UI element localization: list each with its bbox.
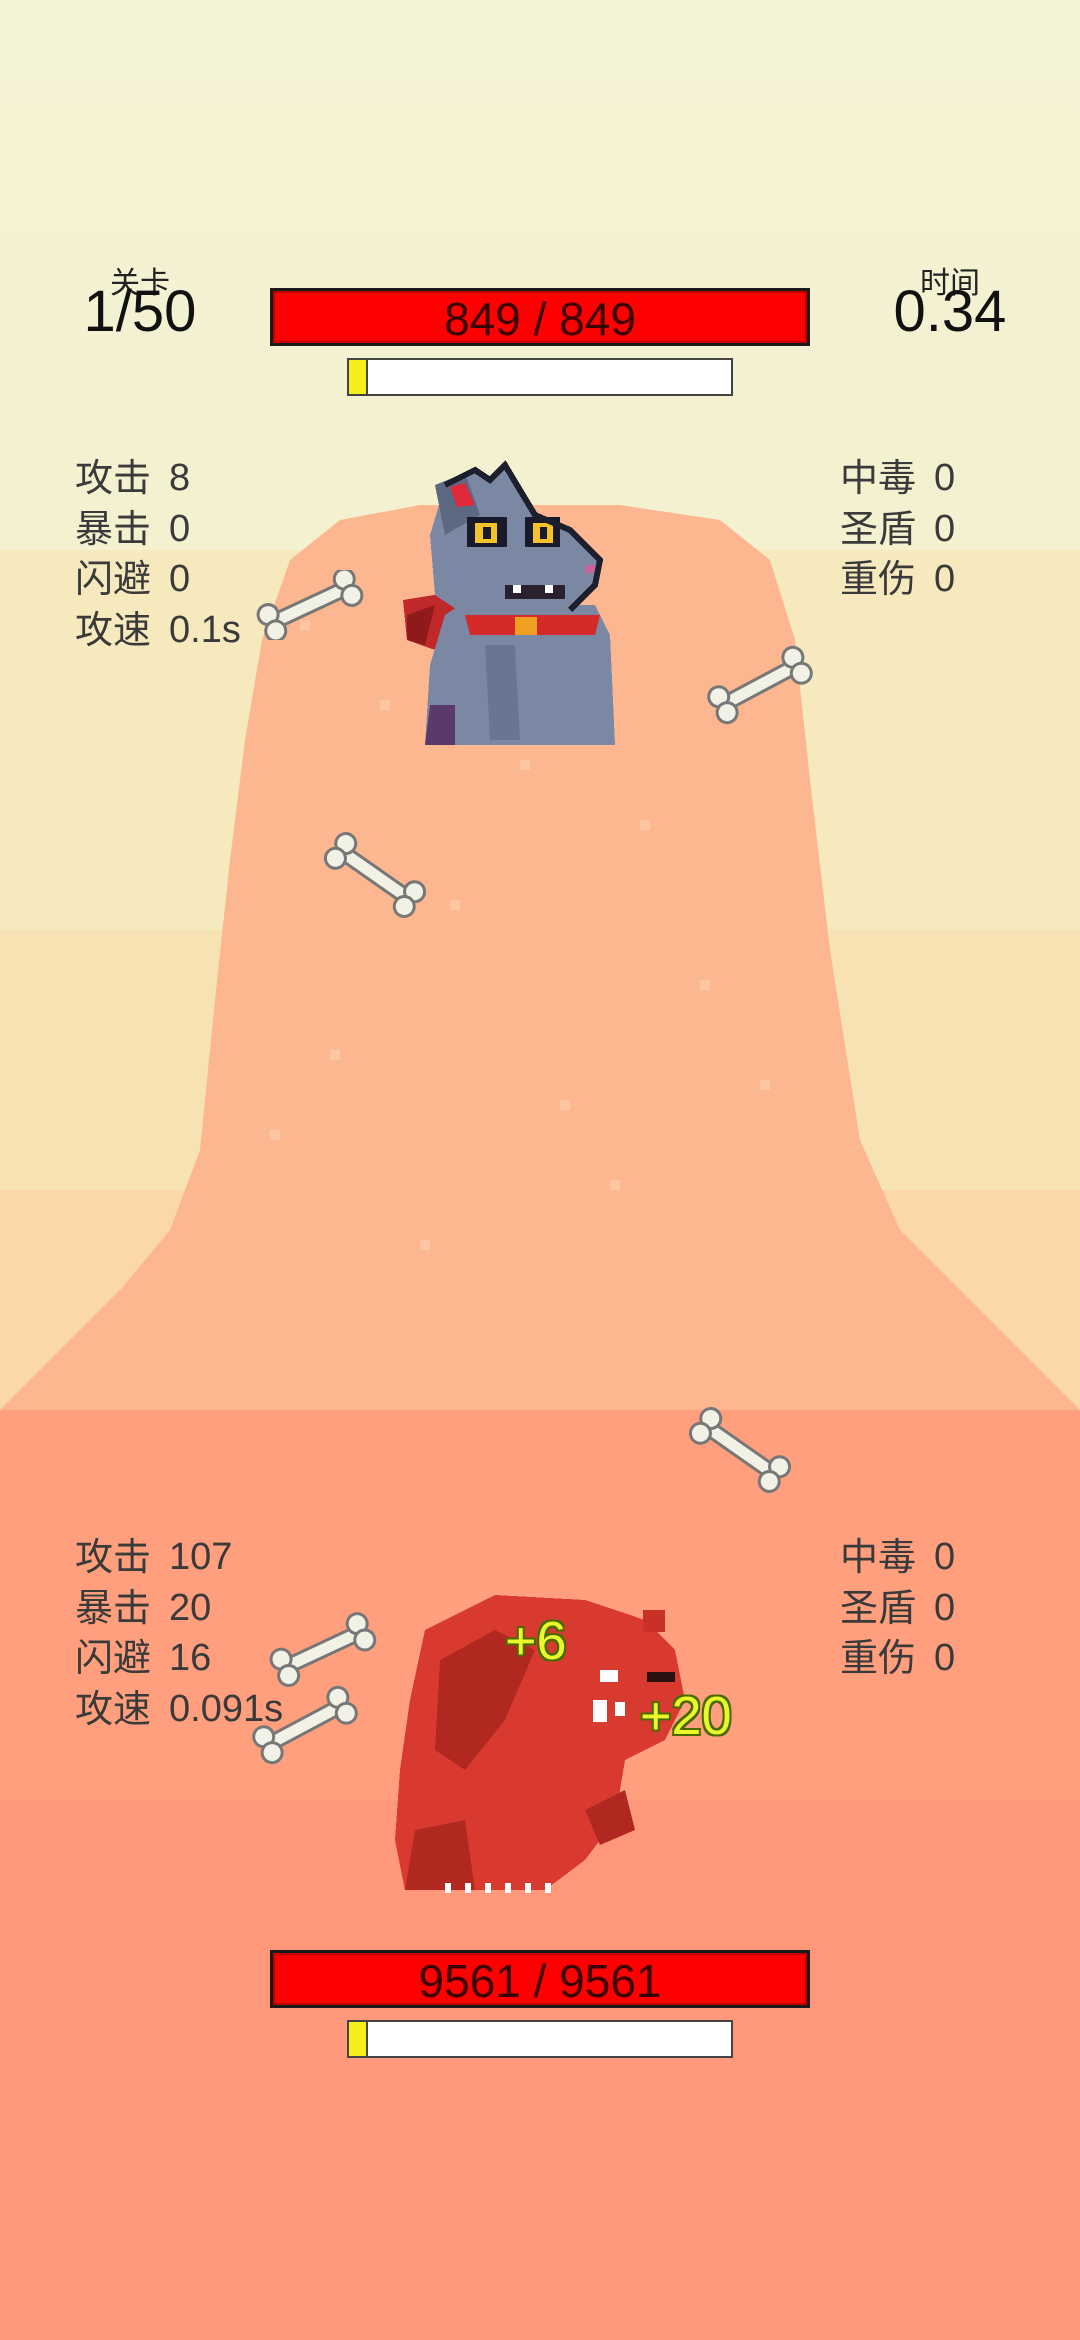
enemy-hp-text: 849 / 849 [444, 293, 636, 345]
stat-value: 8 [169, 457, 191, 499]
player-hp-text: 9561 / 9561 [418, 1955, 662, 2007]
stat-key: 重伤 [840, 1636, 917, 1680]
stat-row: 暴击 0 [75, 504, 241, 555]
stat-row: 中毒 0 [840, 1532, 955, 1583]
player-energy-bar [347, 2020, 733, 2058]
stat-key: 中毒 [840, 456, 917, 500]
time-value: 0.34 [893, 279, 1007, 344]
heal-popup: +20 [640, 1686, 732, 1746]
stat-row: 重伤 0 [840, 554, 955, 605]
stat-value: 0 [934, 457, 956, 499]
stat-key: 圣盾 [840, 1585, 917, 1630]
stat-value: 0 [169, 507, 191, 550]
player-energy-fill [349, 2022, 369, 2056]
enemy-energy-fill [349, 360, 369, 394]
stat-row: 闪避 0 [75, 554, 241, 605]
enemy-energy-bar [347, 358, 733, 396]
stat-key: 重伤 [840, 557, 917, 601]
stat-key: 闪避 [75, 557, 152, 601]
stat-row: 重伤 0 [840, 1633, 955, 1684]
stat-row: 圣盾 0 [840, 1583, 955, 1634]
stat-key: 闪避 [75, 1636, 152, 1680]
stat-value: 0 [169, 558, 191, 600]
grey-wolf-sprite [403, 460, 615, 745]
stat-value: 0 [934, 1637, 956, 1679]
heal-popup: +6 [505, 1611, 567, 1671]
player-stats-right: 中毒 0 圣盾 0 重伤 0 [840, 1532, 955, 1684]
stat-key: 攻击 [75, 1535, 152, 1579]
stat-key: 攻速 [75, 1686, 152, 1731]
stat-key: 圣盾 [840, 506, 917, 551]
player-hp-bar: 9561 / 9561 [270, 1950, 810, 2008]
stat-key: 中毒 [840, 1535, 917, 1579]
stat-value: 0.1s [169, 608, 241, 651]
bone-icon [688, 1407, 792, 1493]
enemy-hp-bar: 849 / 849 [270, 288, 810, 346]
stat-row: 圣盾 0 [840, 504, 955, 555]
stat-key: 攻速 [75, 607, 152, 652]
stat-key: 暴击 [75, 1585, 152, 1630]
stat-value: 0 [934, 507, 956, 550]
stat-key: 暴击 [75, 506, 152, 551]
bone-icon [256, 570, 364, 640]
enemy-stats-left: 攻击 8 暴击 0 闪避 0 攻速 0.1s [75, 453, 241, 655]
stat-row: 攻击 8 [75, 453, 241, 504]
stat-value: 20 [169, 1586, 212, 1629]
level-value: 1/50 [83, 279, 197, 344]
bone-icon [269, 1612, 377, 1687]
stat-row: 暴击 20 [75, 1583, 283, 1634]
stat-value: 16 [169, 1637, 212, 1679]
enemy-stats-right: 中毒 0 圣盾 0 重伤 0 [840, 453, 955, 605]
stat-key: 攻击 [75, 456, 152, 500]
stat-row: 攻速 0.1s [75, 605, 241, 656]
bone-icon [323, 832, 427, 918]
stat-row: 中毒 0 [840, 453, 955, 504]
stat-row: 闪避 16 [75, 1633, 283, 1684]
stat-row: 攻击 107 [75, 1532, 283, 1583]
stat-value: 0 [934, 558, 956, 600]
stat-value: 107 [169, 1536, 233, 1578]
bone-icon [707, 645, 813, 725]
stat-value: 0 [934, 1536, 956, 1578]
stat-value: 0 [934, 1586, 956, 1629]
bone-icon [252, 1685, 358, 1765]
